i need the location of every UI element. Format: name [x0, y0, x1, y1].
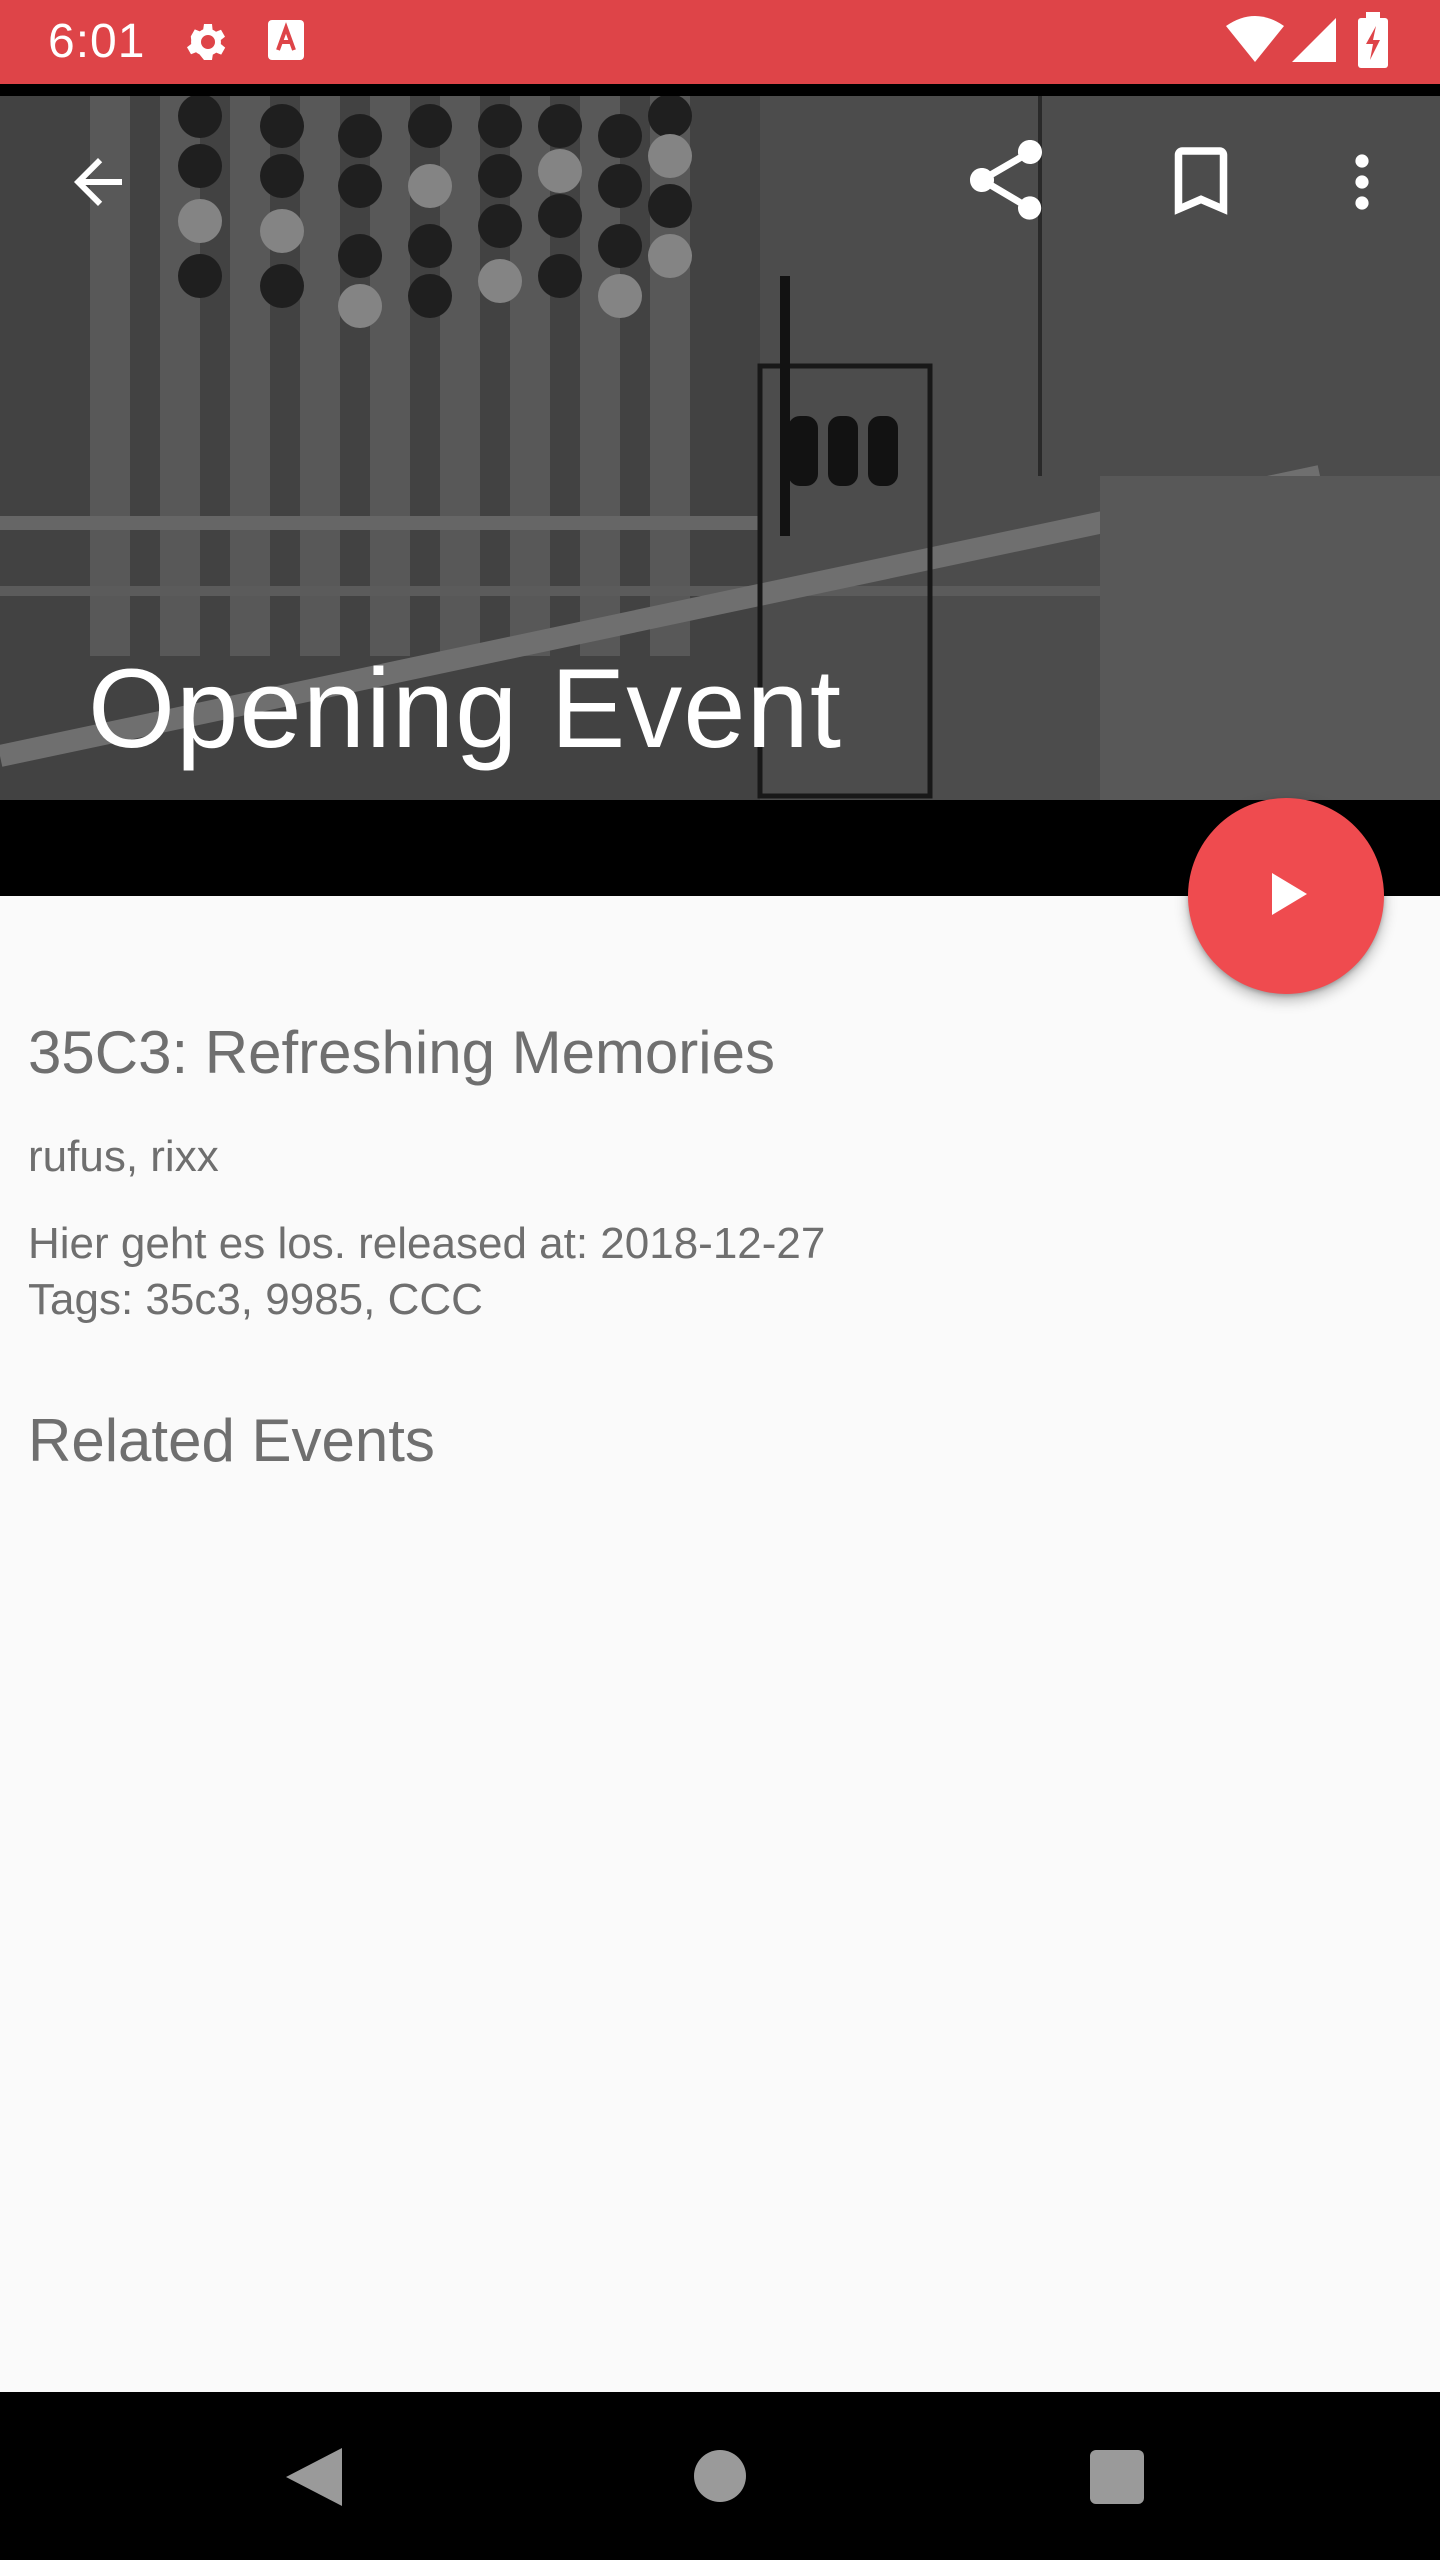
nav-recents-icon[interactable]	[1090, 2450, 1144, 2509]
event-description-line: Hier geht es los. released at: 2018-12-2…	[28, 1219, 826, 1268]
conference-title: 35C3: Refreshing Memories	[28, 1019, 775, 1086]
battery-charging-icon	[1358, 12, 1388, 73]
bookmark-icon[interactable]	[1156, 136, 1246, 231]
event-description: Hier geht es los. released at: 2018-12-2…	[28, 1216, 825, 1328]
text-a-icon	[266, 18, 306, 67]
system-navigation-bar	[0, 2392, 1440, 2560]
play-button[interactable]	[1188, 798, 1384, 994]
nav-back-icon[interactable]	[282, 2444, 346, 2515]
event-details: 35C3: Refreshing Memories rufus, rixx Hi…	[0, 896, 1440, 2392]
back-arrow-icon[interactable]	[62, 146, 134, 223]
share-icon[interactable]	[958, 132, 1054, 233]
play-icon	[1258, 866, 1314, 927]
related-events-heading: Related Events	[28, 1407, 435, 1474]
event-persons: rufus, rixx	[28, 1132, 219, 1181]
status-bar: 6:01	[0, 0, 1440, 84]
more-vert-icon[interactable]	[1326, 146, 1398, 223]
settings-icon	[182, 18, 230, 71]
nav-home-icon[interactable]	[694, 2450, 746, 2507]
event-tags-line: Tags: 35c3, 9985, CCC	[28, 1275, 483, 1324]
wifi-icon	[1226, 16, 1284, 69]
event-header: Opening Event	[0, 84, 1440, 896]
signal-icon	[1292, 16, 1338, 69]
page-title: Opening Event	[88, 646, 842, 771]
status-time: 6:01	[48, 15, 146, 68]
